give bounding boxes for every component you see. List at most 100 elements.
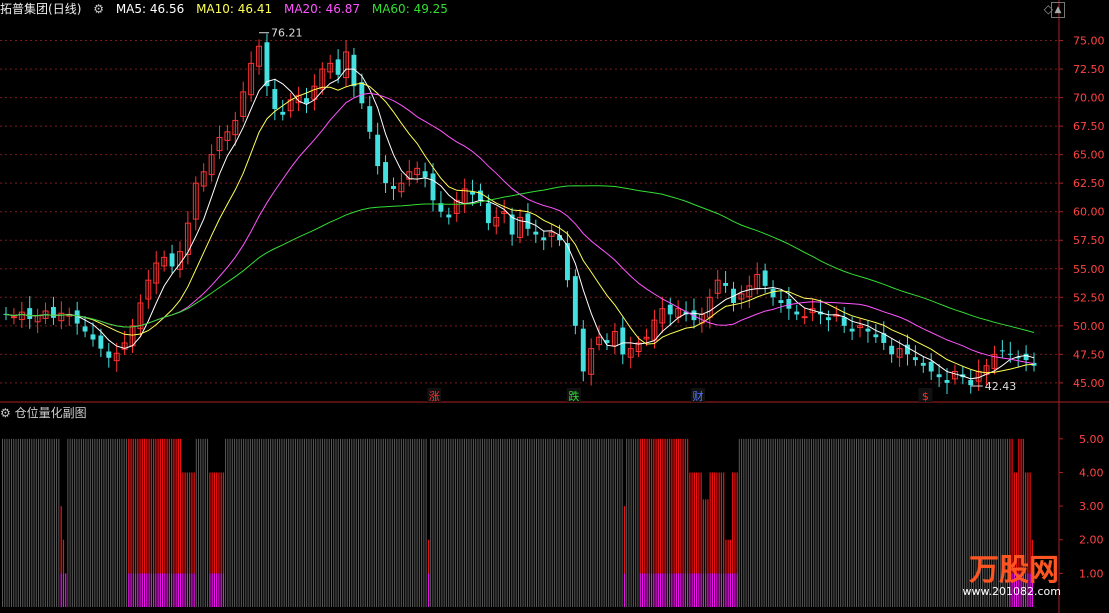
- sub-empty-bar: [506, 438, 508, 607]
- sub-empty-bar: [252, 438, 254, 607]
- sub-base-bar: [216, 573, 218, 607]
- settings-icon[interactable]: ⚙: [93, 2, 104, 16]
- sub-empty-bar: [20, 438, 22, 607]
- sub-empty-bar: [403, 438, 405, 607]
- sub-empty-bar: [245, 438, 247, 607]
- sub-empty-bar: [121, 438, 123, 607]
- sub-empty-bar: [195, 438, 197, 607]
- sub-position-bar: [152, 438, 155, 574]
- sub-empty-bar: [40, 438, 42, 607]
- candle-body: [968, 380, 974, 386]
- sub-position-bar: [639, 438, 641, 574]
- sub-base-bar: [193, 573, 195, 607]
- sub-empty-bar: [231, 438, 233, 607]
- sub-position-bar: [189, 472, 191, 574]
- sub-empty-bar: [781, 438, 783, 607]
- sub-empty-bar: [414, 438, 416, 607]
- sub-base-bar: [709, 573, 711, 607]
- sub-empty-bar: [355, 438, 357, 607]
- sub-base-bar: [180, 573, 182, 607]
- candle-body: [383, 162, 389, 184]
- sub-empty-bar: [42, 438, 44, 607]
- sub-y-tick-label: 3.00: [1079, 500, 1104, 513]
- sub-empty-bar: [747, 438, 749, 607]
- sub-empty-bar: [306, 438, 308, 607]
- period-label[interactable]: (日线): [48, 2, 81, 16]
- sub-empty-bar: [572, 438, 574, 607]
- sub-chart-title[interactable]: 仓位量化副图: [15, 406, 87, 420]
- sub-empty-bar: [605, 438, 607, 607]
- sub-base-bar: [693, 573, 695, 607]
- sub-position-bar: [213, 472, 216, 574]
- sub-empty-bar: [828, 438, 830, 607]
- sub-empty-bar: [743, 438, 745, 607]
- sub-empty-bar: [463, 438, 465, 607]
- scroll-up-icon[interactable]: ▲: [1051, 2, 1065, 18]
- sub-position-bar: [141, 438, 143, 574]
- sub-empty-bar: [518, 438, 519, 607]
- sub-empty-bar: [831, 438, 833, 607]
- sub-empty-bar: [865, 438, 867, 607]
- sub-base-bar: [173, 573, 175, 607]
- stock-name[interactable]: 拓普集团: [0, 2, 48, 16]
- sub-position-bar: [657, 438, 659, 574]
- sub-position-bar: [653, 438, 655, 574]
- sub-empty-bar: [837, 438, 839, 607]
- sub-position-bar: [648, 438, 650, 574]
- sub-empty-bar: [349, 438, 351, 607]
- sub-empty-bar: [795, 438, 797, 607]
- chart-canvas: 75.00 72.50 70.00 67.50 65.00 62.50 60.00 57.50…: [0, 0, 1109, 613]
- sub-empty-bar: [565, 438, 567, 607]
- sub-base-bar: [659, 573, 662, 607]
- sub-base-bar: [65, 573, 67, 607]
- sub-base-bar: [155, 573, 157, 607]
- sub-base-bar: [218, 573, 220, 607]
- sub-empty-bar: [849, 438, 851, 607]
- sub-base-bar: [62, 573, 65, 607]
- sub-empty-bar: [752, 438, 754, 607]
- sub-base-bar: [696, 573, 698, 607]
- gear-icon[interactable]: ⚙: [0, 406, 11, 420]
- sub-empty-bar: [759, 438, 761, 607]
- sub-empty-bar: [125, 438, 127, 607]
- sub-empty-bar: [358, 438, 360, 607]
- candle-body: [778, 300, 784, 304]
- sub-empty-bar: [585, 438, 587, 607]
- sub-base-bar: [143, 573, 146, 607]
- sub-empty-bar: [29, 438, 31, 607]
- sub-position-bar: [729, 539, 732, 574]
- sub-empty-bar: [632, 438, 634, 607]
- candle-body: [794, 311, 800, 315]
- sub-empty-bar: [15, 438, 17, 607]
- sub-empty-bar: [335, 438, 337, 607]
- sub-empty-bar: [364, 438, 366, 607]
- sub-position-bar: [716, 472, 718, 574]
- sub-empty-bar: [105, 438, 107, 607]
- sub-empty-bar: [292, 438, 294, 607]
- sub-position-bar: [62, 539, 65, 574]
- main-y-tick-label: 72.50: [1073, 63, 1105, 76]
- candle-body: [928, 361, 934, 372]
- sub-empty-bar: [454, 438, 456, 607]
- sub-empty-bar: [299, 438, 301, 607]
- main-y-tick-label: 55.00: [1073, 263, 1105, 276]
- sub-empty-bar: [351, 438, 353, 607]
- sub-base-bar: [213, 573, 216, 607]
- sub-empty-bar: [630, 438, 632, 607]
- sub-empty-bar: [621, 438, 623, 607]
- candle-body: [375, 134, 381, 167]
- sub-position-bar: [714, 472, 716, 574]
- sub-base-bar: [729, 573, 732, 607]
- sub-empty-bar: [71, 438, 73, 607]
- sub-position-bar: [691, 472, 693, 574]
- sub-empty-bar: [495, 438, 497, 607]
- candle-body: [422, 171, 428, 178]
- sub-empty-bar: [761, 438, 763, 607]
- sub-empty-bar: [373, 438, 375, 607]
- sub-base-bar: [128, 573, 130, 607]
- candle-body: [82, 326, 88, 332]
- sub-position-bar: [718, 472, 720, 574]
- high-annotation: 76.21: [271, 27, 303, 40]
- sub-empty-bar: [538, 438, 540, 607]
- sub-empty-bar: [741, 438, 743, 607]
